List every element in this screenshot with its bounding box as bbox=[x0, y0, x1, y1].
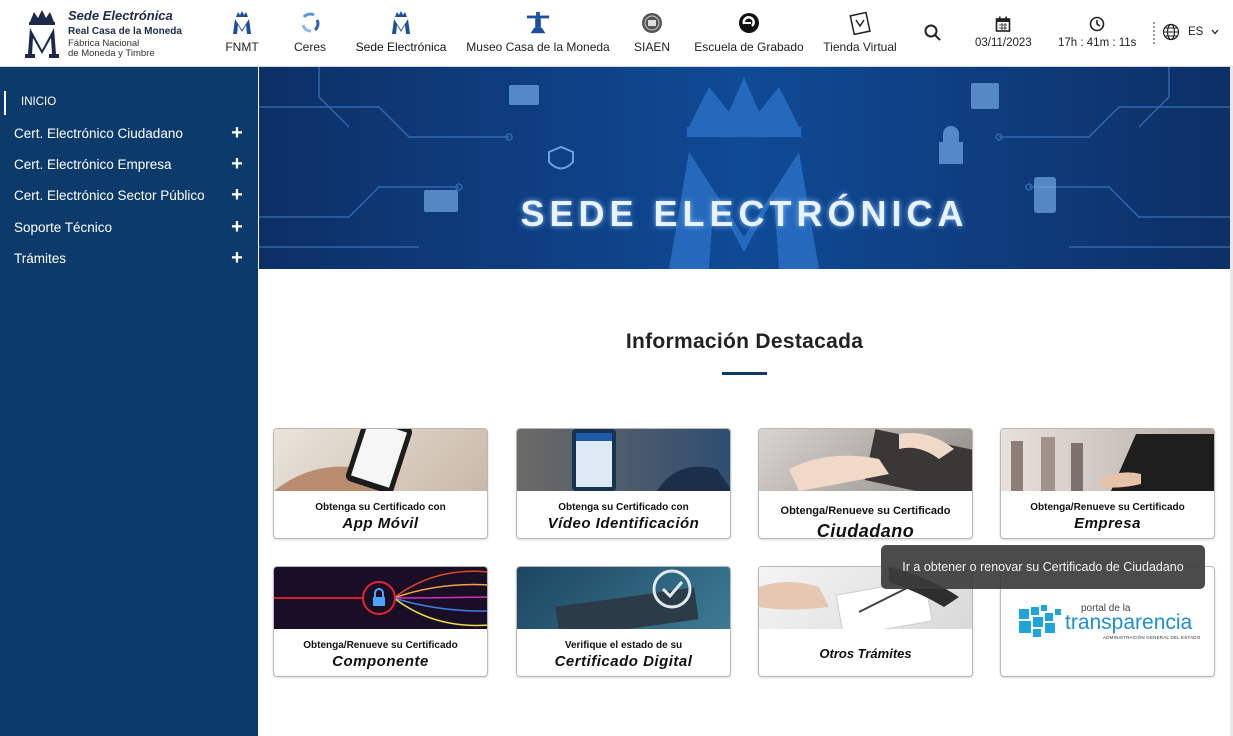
expand-plus-icon[interactable]: + bbox=[230, 154, 244, 174]
logo-subtitle: Real Casa de la Moneda bbox=[68, 26, 182, 37]
nav-label: FNMT bbox=[225, 40, 259, 54]
ceres-icon bbox=[297, 10, 323, 36]
portal-logo-subtitle: ADMINISTRACIÓN GENERAL DEL ESTADO bbox=[1103, 635, 1201, 640]
portal-transparencia-logo: portal de la transparencia ADMINISTRACIÓ… bbox=[1019, 603, 1201, 643]
siaen-icon bbox=[639, 10, 665, 36]
banner-title: SEDE ELECTRÓNICA bbox=[520, 193, 969, 234]
card-title: Componente bbox=[332, 653, 429, 670]
calendar-icon bbox=[996, 16, 1011, 32]
card-subtitle: Obtenga su Certificado con bbox=[558, 502, 689, 513]
top-header: Sede Electrónica Real Casa de la Moneda … bbox=[0, 0, 1233, 67]
sidebar-item-ciudadano[interactable]: Cert. Electrónico Ciudadano + bbox=[14, 122, 244, 144]
header-divider bbox=[1153, 22, 1155, 44]
title-underline bbox=[722, 372, 767, 375]
card-subtitle: Obtenga/Renueve su Certificado bbox=[1030, 502, 1185, 513]
language-code: ES bbox=[1188, 26, 1204, 38]
section-title: Información Destacada bbox=[625, 330, 864, 353]
expand-plus-icon[interactable]: + bbox=[230, 123, 244, 143]
nav-label: Ceres bbox=[293, 40, 326, 54]
expand-plus-icon[interactable]: + bbox=[230, 248, 244, 268]
transparency-mosaic-icon bbox=[1019, 605, 1061, 637]
hero-banner: SEDE ELECTRÓNICA bbox=[259, 67, 1230, 269]
nav-escuela-grabado[interactable]: Escuela de Grabado bbox=[694, 10, 804, 60]
sidebar-item-soporte[interactable]: Soporte Técnico + bbox=[14, 216, 244, 238]
sede-icon bbox=[388, 10, 414, 36]
sidebar-item-sector-publico[interactable]: Cert. Electrónico Sector Público + bbox=[14, 184, 244, 206]
card-componente[interactable]: Obtenga/Renueve su Certificado Component… bbox=[273, 566, 488, 677]
sidebar-item-tramites[interactable]: Trámites + bbox=[14, 247, 244, 269]
laptop-check-image bbox=[517, 567, 730, 639]
nav-tienda-virtual[interactable]: Tienda Virtual bbox=[822, 10, 898, 60]
tienda-icon bbox=[847, 10, 873, 36]
business-people-image bbox=[1001, 429, 1214, 491]
phone-app-image bbox=[274, 429, 487, 494]
nav-siaen[interactable]: SIAEN bbox=[632, 10, 672, 60]
card-verificar-certificado[interactable]: Verifique el estado de su Certificado Di… bbox=[516, 566, 731, 677]
nav-label: Tienda Virtual bbox=[823, 40, 897, 54]
card-ciudadano[interactable]: Obtenga/Renueve su Certificado Ciudadano bbox=[758, 428, 973, 539]
sidebar-item-label: Cert. Electrónico Ciudadano bbox=[14, 125, 183, 141]
current-date: 03/11/2023 bbox=[975, 37, 1032, 49]
clock-icon bbox=[1089, 16, 1105, 32]
card-title: Vídeo Identificación bbox=[547, 515, 700, 532]
card-title: App Móvil bbox=[342, 515, 419, 532]
logo-line4: de Moneda y Timbre bbox=[68, 48, 155, 59]
fiber-lock-image bbox=[274, 567, 487, 629]
globe-icon bbox=[1162, 23, 1180, 41]
crown-m-logo-icon bbox=[25, 10, 59, 58]
logo-title: Sede Electrónica bbox=[68, 8, 173, 23]
keyboard-hands-image bbox=[759, 429, 972, 503]
card-subtitle: Obtenga/Renueve su Certificado bbox=[303, 640, 458, 651]
language-selector[interactable]: ES bbox=[1162, 23, 1219, 41]
museo-icon bbox=[525, 10, 551, 36]
card-title: Otros Trámites bbox=[819, 646, 912, 661]
card-subtitle: Obtenga su Certificado con bbox=[315, 502, 446, 513]
sidebar-item-empresa[interactable]: Cert. Electrónico Empresa + bbox=[14, 153, 244, 175]
nav-sede-electronica[interactable]: Sede Electrónica bbox=[356, 10, 446, 60]
circuit-background-image bbox=[259, 67, 1230, 269]
card-app-movil[interactable]: Obtenga su Certificado con App Móvil bbox=[273, 428, 488, 539]
tooltip: Ir a obtener o renovar su Certificado de… bbox=[881, 545, 1205, 589]
nav-label: Escuela de Grabado bbox=[694, 40, 804, 54]
site-logo[interactable]: Sede Electrónica Real Casa de la Moneda … bbox=[22, 8, 192, 60]
card-title: Empresa bbox=[1074, 515, 1141, 532]
portal-logo-big-text: transparencia bbox=[1065, 611, 1193, 634]
fnmt-icon bbox=[229, 10, 255, 36]
nav-label: Sede Electrónica bbox=[355, 40, 447, 54]
card-video-identificacion[interactable]: Obtenga su Certificado con Vídeo Identif… bbox=[516, 428, 731, 539]
sidebar: INICIO Cert. Electrónico Ciudadano + Cer… bbox=[0, 67, 258, 736]
video-id-image bbox=[517, 429, 730, 491]
chevron-down-icon bbox=[1211, 29, 1219, 35]
card-subtitle: Verifique el estado de su bbox=[564, 640, 683, 651]
sidebar-item-inicio[interactable]: INICIO bbox=[4, 91, 56, 115]
sidebar-item-label: Trámites bbox=[14, 250, 67, 266]
nav-fnmt[interactable]: FNMT bbox=[222, 10, 262, 60]
sidebar-item-label: Cert. Electrónico Empresa bbox=[14, 156, 172, 172]
escuela-icon bbox=[736, 10, 762, 36]
nav-label: Museo Casa de la Moneda bbox=[466, 40, 610, 54]
nav-label: SIAEN bbox=[633, 40, 670, 54]
sidebar-item-label: Soporte Técnico bbox=[14, 219, 113, 235]
card-title: Ciudadano bbox=[816, 521, 915, 539]
expand-plus-icon[interactable]: + bbox=[230, 217, 244, 237]
card-subtitle: Obtenga/Renueve su Certificado bbox=[780, 505, 951, 517]
card-empresa[interactable]: Obtenga/Renueve su Certificado Empresa bbox=[1000, 428, 1215, 539]
date-display: 03/11/2023 bbox=[975, 16, 1032, 49]
expand-plus-icon[interactable]: + bbox=[230, 185, 244, 205]
nav-museo[interactable]: Museo Casa de la Moneda bbox=[466, 10, 610, 60]
sidebar-item-label: Cert. Electrónico Sector Público bbox=[14, 187, 205, 203]
current-time: 17h : 41m : 11s bbox=[1058, 37, 1137, 49]
search-button[interactable] bbox=[924, 24, 944, 44]
card-title: Certificado Digital bbox=[554, 653, 693, 670]
nav-ceres[interactable]: Ceres bbox=[290, 10, 330, 60]
time-display: 17h : 41m : 11s bbox=[1058, 16, 1136, 49]
search-icon bbox=[924, 24, 941, 41]
